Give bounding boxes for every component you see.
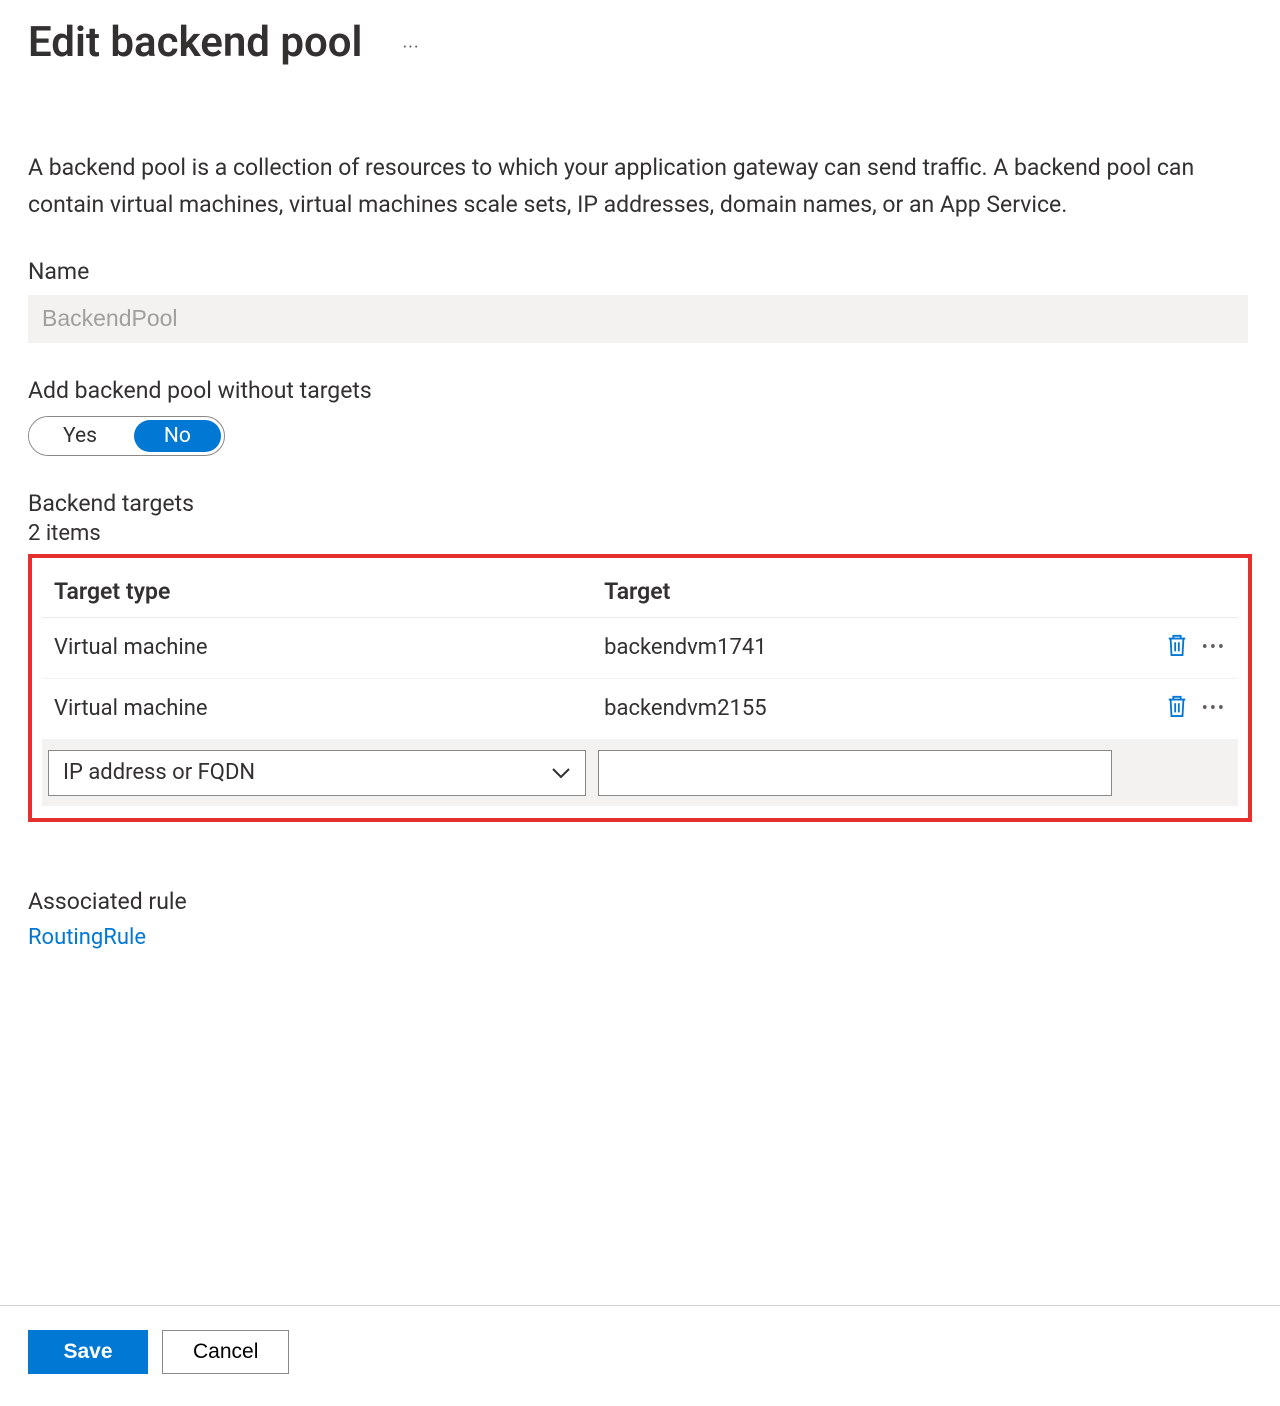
page-title: Edit backend pool xyxy=(28,18,362,68)
target-value-input[interactable] xyxy=(598,750,1112,796)
associated-rule-label: Associated rule xyxy=(28,888,1252,915)
delete-icon[interactable] xyxy=(1166,632,1188,664)
row-more-icon[interactable]: ••• xyxy=(1202,698,1226,719)
targets-highlight-box: Target type Target Virtual machine backe… xyxy=(28,554,1252,822)
col-header-type: Target type xyxy=(42,568,592,618)
without-targets-label: Add backend pool without targets xyxy=(28,377,1252,404)
delete-icon[interactable] xyxy=(1166,693,1188,725)
name-input xyxy=(28,295,1248,343)
toggle-no[interactable]: No xyxy=(134,420,221,452)
name-label: Name xyxy=(28,258,1252,285)
items-count: 2 items xyxy=(28,521,1252,546)
save-button[interactable]: Save xyxy=(28,1330,148,1374)
associated-rule-link[interactable]: RoutingRule xyxy=(28,925,146,950)
targets-table: Target type Target Virtual machine backe… xyxy=(42,568,1238,806)
target-cell: backendvm1741 xyxy=(592,617,1118,678)
without-targets-toggle[interactable]: Yes No xyxy=(28,416,225,456)
chevron-down-icon xyxy=(551,760,571,785)
target-type-cell: Virtual machine xyxy=(42,678,592,739)
table-row: Virtual machine backendvm2155 xyxy=(42,678,1238,739)
description-text: A backend pool is a collection of resour… xyxy=(28,150,1228,224)
table-row: Virtual machine backendvm1741 xyxy=(42,617,1238,678)
target-type-cell: Virtual machine xyxy=(42,617,592,678)
col-header-target: Target xyxy=(592,568,1118,618)
target-cell: backendvm2155 xyxy=(592,678,1118,739)
target-type-select-value: IP address or FQDN xyxy=(63,760,255,785)
cancel-button[interactable]: Cancel xyxy=(162,1330,289,1374)
col-header-actions xyxy=(1118,568,1238,618)
footer-bar: Save Cancel xyxy=(0,1305,1280,1398)
row-more-icon[interactable]: ••• xyxy=(1202,637,1226,658)
backend-targets-label: Backend targets xyxy=(28,490,1252,517)
new-target-row: IP address or FQDN xyxy=(42,739,1238,806)
more-menu-icon[interactable]: ··· xyxy=(402,37,419,58)
target-type-select[interactable]: IP address or FQDN xyxy=(48,750,586,796)
toggle-yes[interactable]: Yes xyxy=(29,417,131,455)
